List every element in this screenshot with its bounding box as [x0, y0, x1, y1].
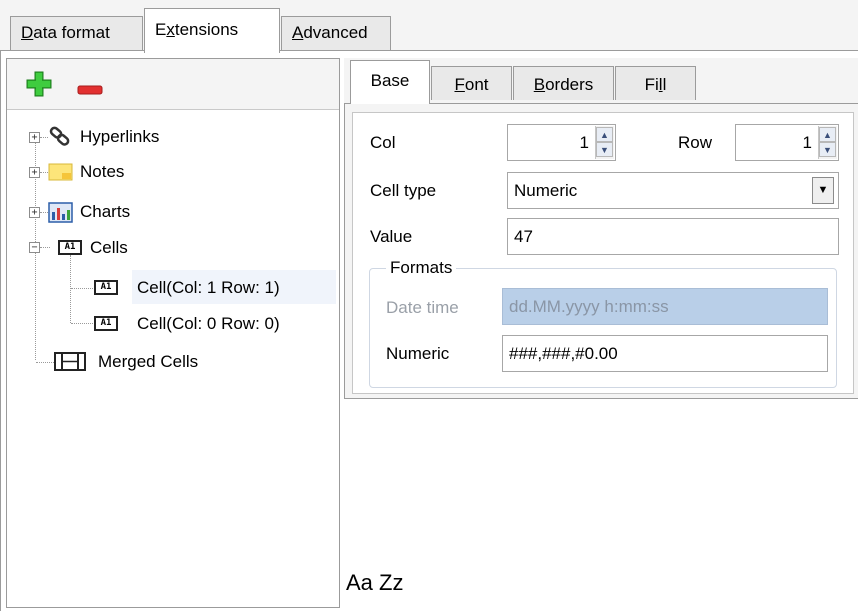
row-label: Row: [678, 133, 713, 152]
tree-connector: [40, 137, 48, 138]
tree-connector: [40, 212, 48, 213]
cell-type-label: Cell type: [370, 181, 437, 200]
tree-label-hyperlinks: Hyperlinks: [80, 127, 160, 146]
spin-up-icon[interactable]: ▲: [596, 127, 613, 142]
tab-font-label: Font: [454, 75, 489, 94]
tab-fill[interactable]: Fill: [615, 66, 696, 100]
tree-connector: [40, 247, 50, 248]
cell-icon: A1: [94, 316, 118, 331]
col-input[interactable]: 1 ▲ ▼: [507, 124, 616, 161]
tab-data-format[interactable]: Data format: [10, 16, 143, 50]
tab-extensions[interactable]: Extensions: [144, 8, 280, 53]
numeric-label: Numeric: [386, 344, 450, 363]
tab-base[interactable]: Base: [350, 60, 430, 104]
tab-font[interactable]: Font: [431, 66, 512, 100]
value-text: 47: [514, 227, 533, 246]
merged-cells-icon: [54, 352, 86, 371]
note-icon: [48, 163, 73, 181]
row-value: 1: [802, 133, 812, 152]
tree-label-merged-cells: Merged Cells: [98, 352, 199, 371]
tree-connector: [36, 362, 54, 363]
value-input[interactable]: 47: [507, 218, 839, 255]
spin-up-icon[interactable]: ▲: [819, 127, 836, 142]
expand-notes-icon[interactable]: +: [29, 167, 40, 178]
row-input[interactable]: 1 ▲ ▼: [735, 124, 839, 161]
tab-borders-label: Borders: [533, 75, 594, 94]
col-spinner[interactable]: ▲ ▼: [595, 126, 614, 159]
tab-data-format-label: Data format: [21, 23, 110, 42]
chain-link-icon: [49, 126, 70, 146]
expand-charts-icon[interactable]: +: [29, 207, 40, 218]
tab-advanced[interactable]: Advanced: [281, 16, 391, 50]
numeric-value: ###,###,#0.00: [509, 344, 618, 363]
row-spinner[interactable]: ▲ ▼: [818, 126, 837, 159]
tab-fill-label: Fill: [644, 75, 667, 94]
tab-advanced-label: Advanced: [292, 23, 368, 42]
tree-label-cell-0-0: Cell(Col: 0 Row: 0): [137, 314, 280, 333]
tree-toolbar: [7, 59, 339, 110]
collapse-cells-icon[interactable]: −: [29, 242, 40, 253]
cell-icon: A1: [58, 240, 82, 255]
col-label: Col: [370, 133, 396, 152]
spin-down-icon[interactable]: ▼: [596, 142, 613, 157]
tab-borders[interactable]: Borders: [513, 66, 614, 100]
chevron-down-icon[interactable]: ▼: [812, 177, 834, 204]
tree-label-cells: Cells: [90, 238, 128, 257]
chart-icon: [48, 202, 73, 223]
minus-icon: [77, 85, 103, 95]
date-time-value: dd.MM.yyyy h:mm:ss: [509, 297, 669, 316]
date-time-label: Date time: [386, 298, 459, 317]
tree-connector: [71, 288, 93, 289]
tab-base-label: Base: [370, 71, 410, 90]
cell-icon: A1: [94, 280, 118, 295]
tab-extensions-label: Extensions: [155, 20, 239, 39]
remove-button[interactable]: [77, 80, 103, 95]
spin-down-icon[interactable]: ▼: [819, 142, 836, 157]
tree-connector: [71, 323, 93, 324]
plus-icon: [26, 71, 52, 97]
tree-connector: [40, 172, 48, 173]
tree-connector: [70, 255, 71, 323]
value-label: Value: [370, 227, 413, 246]
tree-label-notes: Notes: [80, 162, 125, 181]
tree-label-charts: Charts: [80, 202, 131, 221]
cell-type-value: Numeric: [514, 181, 578, 200]
expand-hyperlinks-icon[interactable]: +: [29, 132, 40, 143]
cell-type-select[interactable]: Numeric ▼: [507, 172, 839, 209]
formats-title: Formats: [386, 258, 457, 278]
add-button[interactable]: [25, 70, 53, 98]
font-preview: Aa Zz: [346, 570, 404, 595]
col-value: 1: [579, 133, 589, 152]
tree-label-cell-1-1: Cell(Col: 1 Row: 1): [137, 278, 280, 297]
date-time-input: dd.MM.yyyy h:mm:ss: [502, 288, 828, 325]
numeric-input[interactable]: ###,###,#0.00: [502, 335, 828, 372]
